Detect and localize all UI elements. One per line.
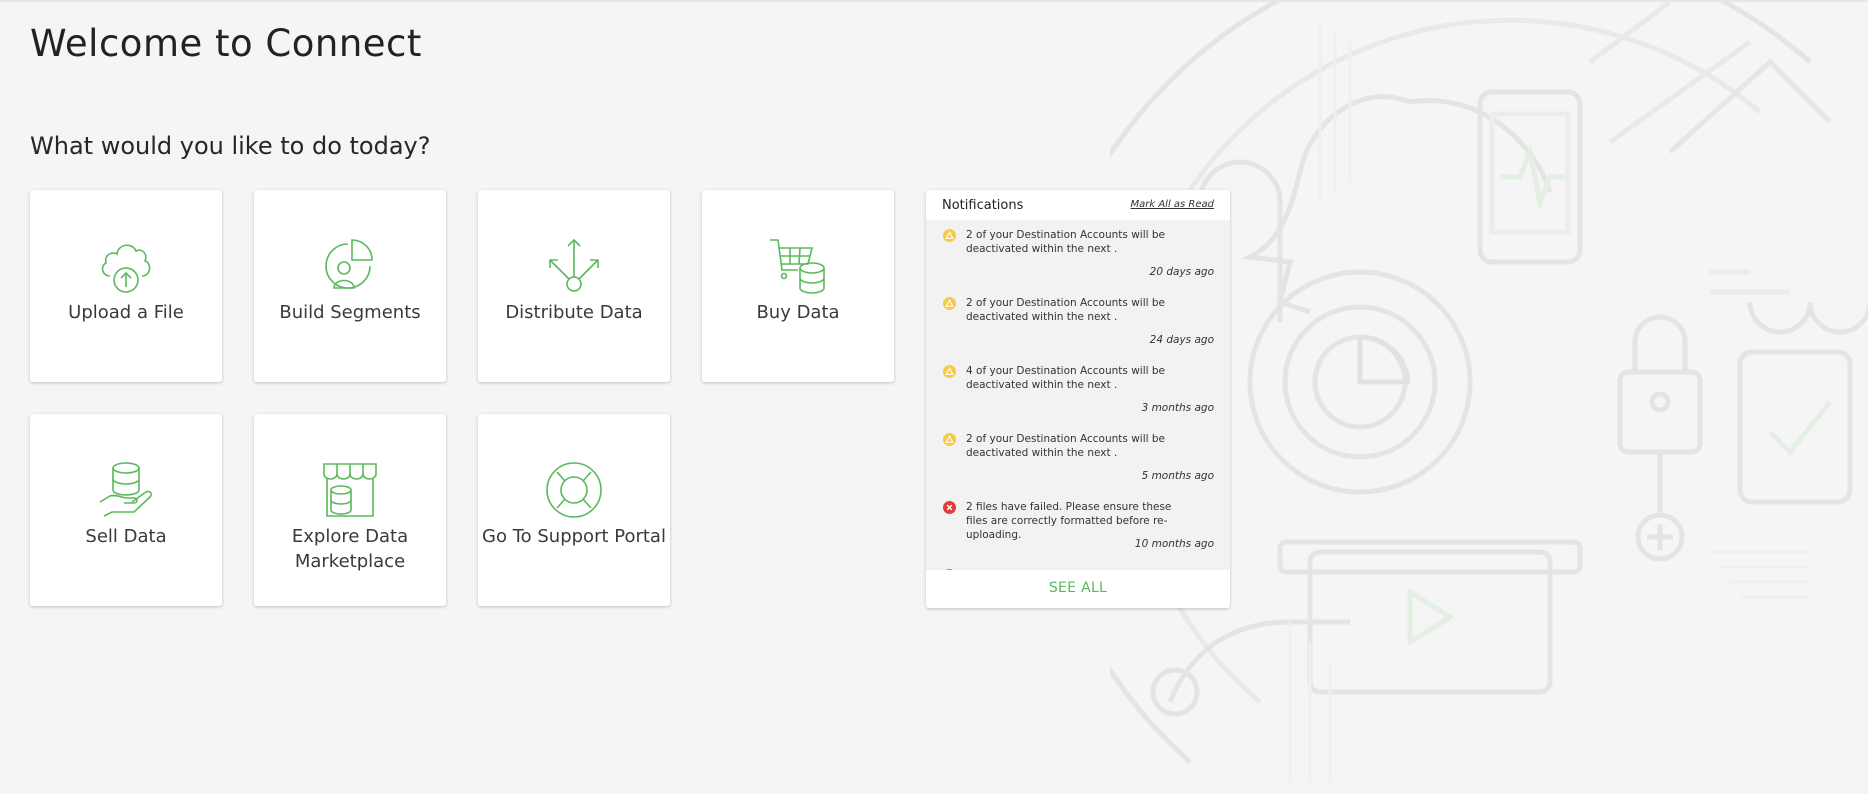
tile-label: Sell Data — [85, 526, 167, 547]
notifications-panel: Notifications Mark All as Read 2 of your… — [926, 190, 1230, 608]
sell-data-tile[interactable]: Sell Data — [30, 414, 222, 606]
lifebuoy-icon — [546, 462, 602, 518]
buy-data-tile[interactable]: Buy Data — [702, 190, 894, 382]
notification-message: 2 of your Destination Accounts will be d… — [966, 433, 1166, 459]
notification-item[interactable]: 4 of your Destination Accounts will be d… — [926, 356, 1230, 424]
notification-item[interactable]: 2 of your Destination Accounts will be d… — [926, 424, 1230, 492]
notification-time: 5 months ago — [1141, 470, 1214, 482]
warning-icon — [943, 297, 956, 310]
storefront-database-icon — [323, 463, 377, 517]
support-portal-tile[interactable]: Go To Support Portal — [478, 414, 670, 606]
distribute-arrows-icon — [549, 238, 599, 292]
notifications-header: Notifications Mark All as Read — [926, 190, 1230, 220]
page-title: Welcome to Connect — [30, 22, 422, 65]
hand-database-icon — [99, 462, 153, 517]
page-subtitle: What would you like to do today? — [30, 132, 431, 160]
tile-label: Go To Support Portal — [482, 526, 666, 547]
see-all-button[interactable]: SEE ALL — [926, 570, 1230, 608]
home-page: Welcome to Connect What would you like t… — [0, 0, 1868, 794]
notification-time: 3 months ago — [1141, 402, 1214, 414]
tile-label: Build Segments — [279, 302, 421, 323]
segments-pie-icon — [325, 239, 373, 289]
notification-time: 20 days ago — [1149, 266, 1214, 278]
notification-message: 2 of your Destination Accounts will be d… — [966, 229, 1166, 255]
notification-time: 24 days ago — [1149, 334, 1214, 346]
notifications-title: Notifications — [942, 198, 1024, 213]
notification-message: 4 of your Destination Accounts will be d… — [966, 365, 1166, 391]
notification-message: 2 of your Destination Accounts will be d… — [966, 297, 1166, 323]
distribute-data-tile[interactable]: Distribute Data — [478, 190, 670, 382]
tile-label: Buy Data — [756, 302, 840, 323]
mark-all-read-link[interactable]: Mark All as Read — [1130, 199, 1214, 210]
explore-marketplace-tile[interactable]: Explore Data Marketplace — [254, 414, 446, 606]
shopping-cart-database-icon — [770, 239, 825, 294]
warning-icon — [943, 229, 956, 242]
tile-label: Distribute Data — [505, 302, 643, 323]
notification-item[interactable]: 2 files have failed. Please ensure these… — [926, 492, 1230, 560]
tile-label: Upload a File — [68, 302, 184, 323]
cloud-upload-icon — [101, 244, 151, 293]
build-segments-tile[interactable]: Build Segments — [254, 190, 446, 382]
tile-label: Explore Data Marketplace — [291, 526, 409, 572]
warning-icon — [943, 365, 956, 378]
notification-time: 10 months ago — [1134, 538, 1214, 550]
notifications-list[interactable]: 2 of your Destination Accounts will be d… — [926, 220, 1230, 570]
upload-file-tile[interactable]: Upload a File — [30, 190, 222, 382]
notification-message: 2 files have failed. Please ensure these… — [966, 501, 1172, 541]
notification-item[interactable]: 2 of your Destination Accounts will be d… — [926, 288, 1230, 356]
notification-item-partial[interactable] — [926, 560, 1230, 570]
notification-item[interactable]: 2 of your Destination Accounts will be d… — [926, 220, 1230, 288]
warning-icon — [943, 433, 956, 446]
error-icon — [943, 501, 956, 514]
